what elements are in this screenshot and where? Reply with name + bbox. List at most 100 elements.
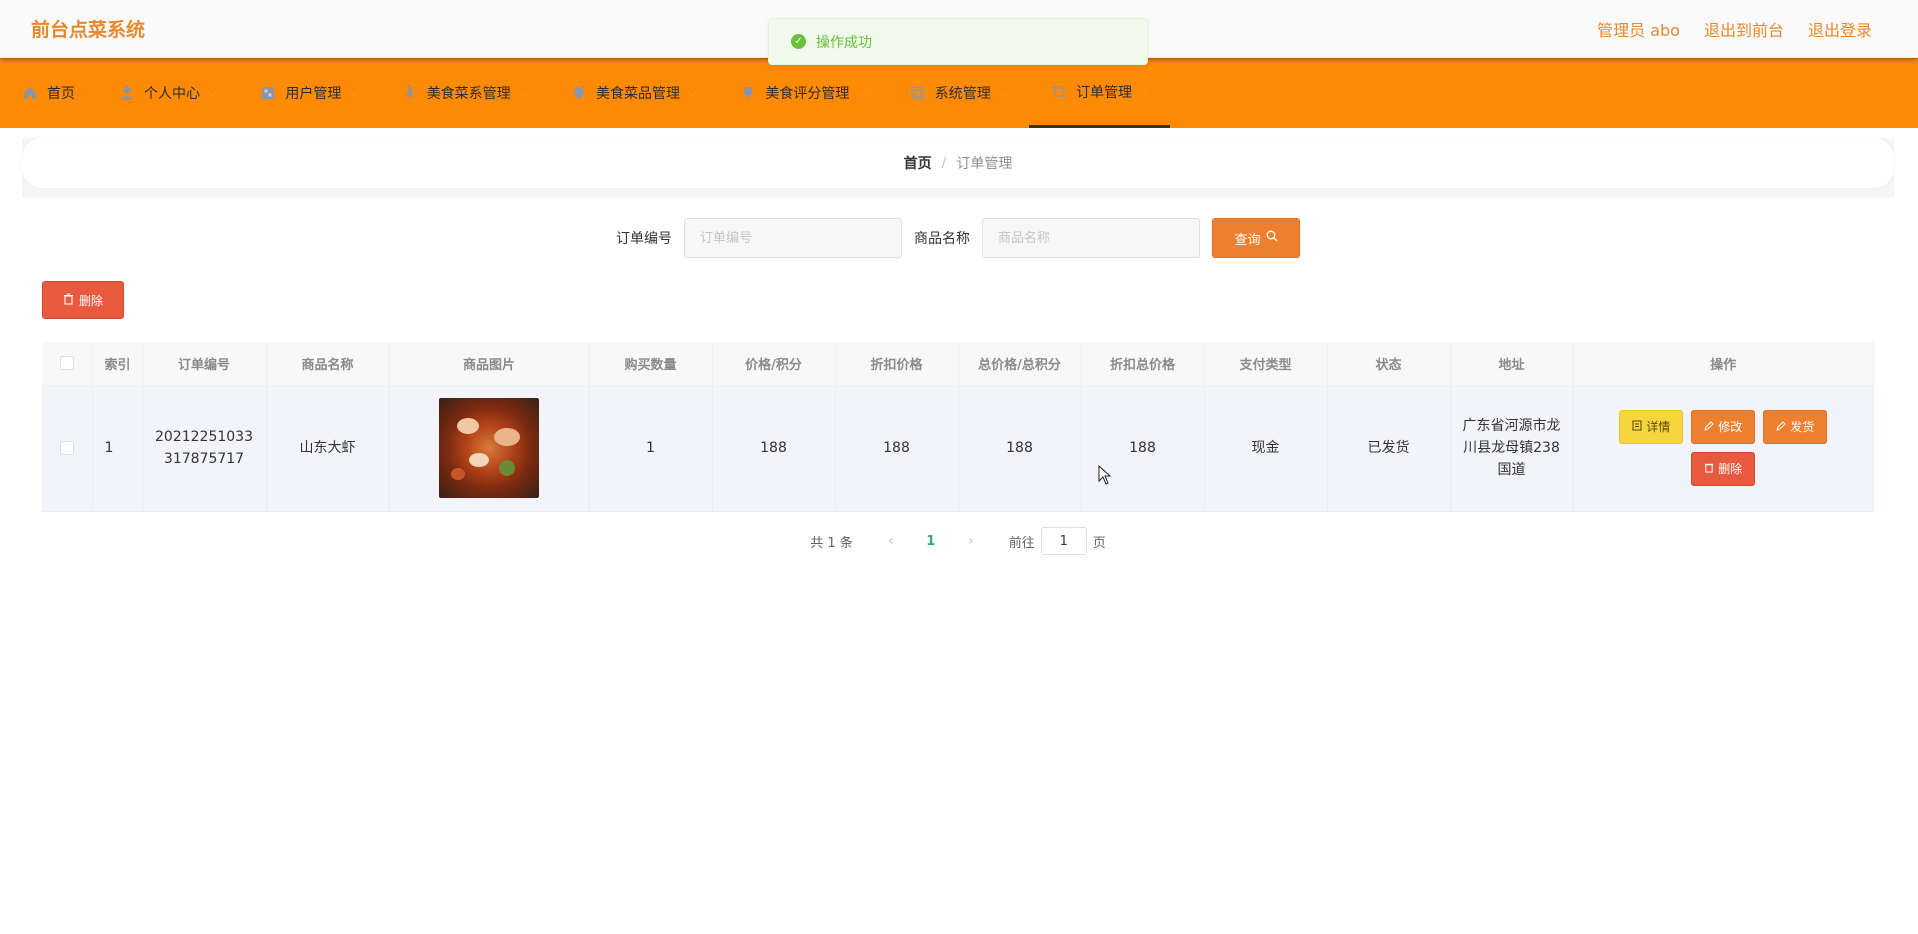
edit-label: 修改 [1718, 420, 1743, 434]
trash-icon [1704, 458, 1714, 480]
nav-item-rating-management[interactable]: 美食评分管理 ⌵ [718, 58, 887, 128]
row-pay-type: 现金 [1204, 385, 1328, 512]
row-goods-name: 山东大虾 [266, 385, 390, 512]
nav-label: 用户管理 [285, 86, 342, 102]
select-all-checkbox[interactable] [59, 356, 74, 371]
chevron-down-icon: ⌵ [688, 86, 697, 99]
edit-icon [1704, 416, 1714, 438]
detail-button[interactable]: 详情 [1619, 410, 1684, 444]
row-actions: 详情 修改 发货 删除 [1573, 385, 1874, 512]
mic-icon [402, 85, 418, 101]
search-form: 订单编号 商品名称 查询 [22, 218, 1894, 258]
chevron-down-icon: ⌵ [349, 86, 358, 99]
select-all-header [42, 342, 93, 386]
nav-item-order-management[interactable]: 订单管理 ⌵ [1029, 58, 1171, 128]
price-header: 价格/积分 [712, 342, 836, 386]
crop-icon [1051, 84, 1067, 100]
chevron-down-icon: ⌵ [1140, 84, 1149, 98]
row-address: 广东省河源市龙川县龙母镇238国道 [1450, 385, 1574, 512]
page-number-current[interactable]: 1 [911, 534, 951, 549]
order-panel: 订单编号 商品名称 查询 删除 索引 订单编号 商品名称 商品图片 购买数量 价… [22, 198, 1894, 575]
location-icon [571, 85, 587, 101]
row-goods-image [389, 385, 590, 512]
prev-page-icon[interactable]: ‹ [871, 533, 911, 549]
total-header: 总价格/总积分 [958, 342, 1082, 386]
table-row: 1 20212251033317875717 山东大虾 1 188 188 18… [42, 385, 1874, 512]
main-nav: 首页 个人中心 ⌵ 用户管理 ⌵ 美食菜系管理 ⌵ 美食菜品管理 ⌵ 美食评分管… [0, 58, 1918, 128]
pay-type-header: 支付类型 [1204, 342, 1328, 386]
pin-icon [740, 85, 756, 101]
row-discount-total: 188 [1081, 385, 1205, 512]
copy-icon [910, 85, 926, 101]
breadcrumb-separator: / [941, 155, 947, 171]
goto-page: 前往 页 [1009, 527, 1106, 555]
batch-delete-button[interactable]: 删除 [42, 281, 124, 319]
next-page-icon[interactable]: › [951, 533, 991, 549]
breadcrumb: 首页 / 订单管理 [22, 138, 1894, 188]
goods-name-input[interactable] [982, 218, 1200, 258]
address-header: 地址 [1450, 342, 1574, 386]
nav-label: 个人中心 [144, 86, 200, 102]
orders-table: 索引 订单编号 商品名称 商品图片 购买数量 价格/积分 折扣价格 总价格/总积… [42, 342, 1874, 512]
discount-total-header: 折扣总价格 [1081, 342, 1205, 386]
query-button[interactable]: 查询 [1212, 218, 1300, 258]
ship-button[interactable]: 发货 [1763, 410, 1828, 444]
quantity-header: 购买数量 [589, 342, 713, 386]
logout-link[interactable]: 退出登录 [1808, 17, 1872, 41]
index-header: 索引 [92, 342, 143, 386]
mouse-cursor-icon [1098, 464, 1112, 485]
address-text: 广东省河源市龙川县龙母镇238国道 [1462, 418, 1561, 478]
order-no-input[interactable] [684, 218, 902, 258]
table-header-row: 索引 订单编号 商品名称 商品图片 购买数量 价格/积分 折扣价格 总价格/总积… [42, 342, 1874, 386]
row-discount-price: 188 [835, 385, 959, 512]
pagination-total: 共 1 条 [810, 535, 853, 551]
row-select-cell [42, 385, 93, 512]
nav-label: 系统管理 [934, 86, 991, 102]
nav-label: 订单管理 [1076, 84, 1133, 101]
row-order-no: 20212251033317875717 [142, 385, 267, 512]
breadcrumb-current: 订单管理 [956, 156, 1013, 172]
nav-label: 首页 [47, 86, 75, 102]
edit-button[interactable]: 修改 [1691, 410, 1756, 444]
nav-item-user-management[interactable]: 用户管理 ⌵ [238, 58, 379, 128]
home-icon [22, 85, 38, 101]
query-button-label: 查询 [1234, 232, 1261, 248]
batch-delete-label: 删除 [78, 293, 103, 308]
order-no-text: 20212251033317875717 [155, 429, 253, 467]
exit-to-front-link[interactable]: 退出到前台 [1704, 17, 1784, 41]
row-delete-button[interactable]: 删除 [1691, 452, 1756, 486]
goods-image[interactable] [439, 398, 539, 498]
nav-item-personal-center[interactable]: 个人中心 ⌵ [97, 58, 238, 128]
row-index: 1 [92, 385, 143, 512]
nav-item-system-management[interactable]: 系统管理 ⌵ [888, 58, 1029, 128]
pagination: 共 1 条 ‹ 1 › 前往 页 [22, 526, 1894, 556]
document-icon [1632, 416, 1642, 438]
breadcrumb-home[interactable]: 首页 [904, 153, 932, 173]
order-no-label: 订单编号 [616, 231, 672, 247]
row-status: 已发货 [1327, 385, 1451, 512]
row-checkbox[interactable] [59, 441, 74, 455]
toast-message: 操作成功 [816, 34, 872, 51]
goods-name-header: 商品名称 [266, 342, 390, 386]
order-no-header: 订单编号 [142, 342, 267, 386]
page-suffix: 页 [1092, 535, 1106, 551]
trash-icon [63, 292, 74, 308]
row-price: 188 [712, 385, 836, 512]
ship-label: 发货 [1790, 420, 1815, 434]
chevron-down-icon: ⌵ [857, 86, 866, 99]
status-header: 状态 [1327, 342, 1451, 386]
app-title: 前台点菜系统 [31, 19, 146, 41]
row-quantity: 1 [589, 385, 713, 512]
admin-user-label[interactable]: 管理员 abo [1597, 17, 1680, 41]
nav-label: 美食菜品管理 [596, 86, 681, 102]
nav-item-dish-management[interactable]: 美食菜品管理 ⌵ [549, 58, 718, 128]
nav-label: 美食菜系管理 [426, 86, 511, 102]
check-circle-icon: ✓ [791, 34, 806, 49]
nav-item-home[interactable]: 首页 [0, 58, 97, 128]
actions-header: 操作 [1573, 342, 1874, 386]
goto-page-input[interactable] [1040, 527, 1087, 555]
nav-item-cuisine-management[interactable]: 美食菜系管理 ⌵ [380, 58, 549, 128]
detail-label: 详情 [1646, 420, 1671, 434]
success-toast: ✓ 操作成功 [768, 18, 1148, 65]
row-total: 188 [958, 385, 1082, 512]
